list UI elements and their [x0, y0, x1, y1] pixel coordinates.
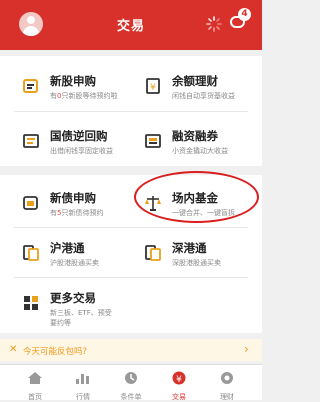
margin-icon	[145, 134, 161, 148]
service-grid-1: 新股申购 有0只新股等待预约啦 ¥ 余额理财 闲钱自动享货基收益 国债逆回购 出…	[0, 56, 262, 166]
conditional-order-icon	[125, 372, 137, 384]
tab-home[interactable]: 首页	[15, 370, 55, 402]
chart-icon	[76, 374, 89, 384]
home-icon	[28, 372, 42, 384]
sz-hk-icon	[145, 245, 161, 261]
sh-hk-icon	[23, 245, 39, 261]
promo-text: 今天可能反包吗?	[23, 347, 88, 357]
tab-wealth[interactable]: 理财	[207, 370, 247, 402]
wealth-icon	[221, 372, 233, 384]
new-bond-icon	[23, 196, 38, 210]
tab-conditional-order[interactable]: 条件单	[111, 370, 151, 402]
highlight-ellipse	[134, 171, 259, 223]
bond-icon	[23, 134, 39, 148]
top-bar: 交易 4	[0, 0, 262, 50]
close-icon[interactable]: ✕	[9, 344, 17, 355]
chevron-right-icon: ›	[244, 342, 249, 356]
svg-text:¥: ¥	[176, 375, 182, 385]
trade-yen-icon: ¥	[172, 371, 186, 385]
tab-trade[interactable]: ¥ 交易	[159, 370, 199, 402]
loading-icon	[206, 16, 222, 32]
new-stock-icon	[23, 79, 38, 93]
tab-market[interactable]: 行情	[63, 370, 103, 402]
page-title: 交易	[116, 19, 145, 34]
promo-bar[interactable]: ✕ 今天可能反包吗? ›	[0, 339, 262, 361]
bottom-tab-bar: 首页 行情 条件单 ¥ 交易 理财	[0, 364, 262, 402]
svg-text:¥: ¥	[150, 83, 156, 93]
finance-doc-icon: ¥	[146, 78, 160, 94]
more-grid-icon	[24, 296, 38, 310]
message-badge: 4	[238, 8, 251, 21]
